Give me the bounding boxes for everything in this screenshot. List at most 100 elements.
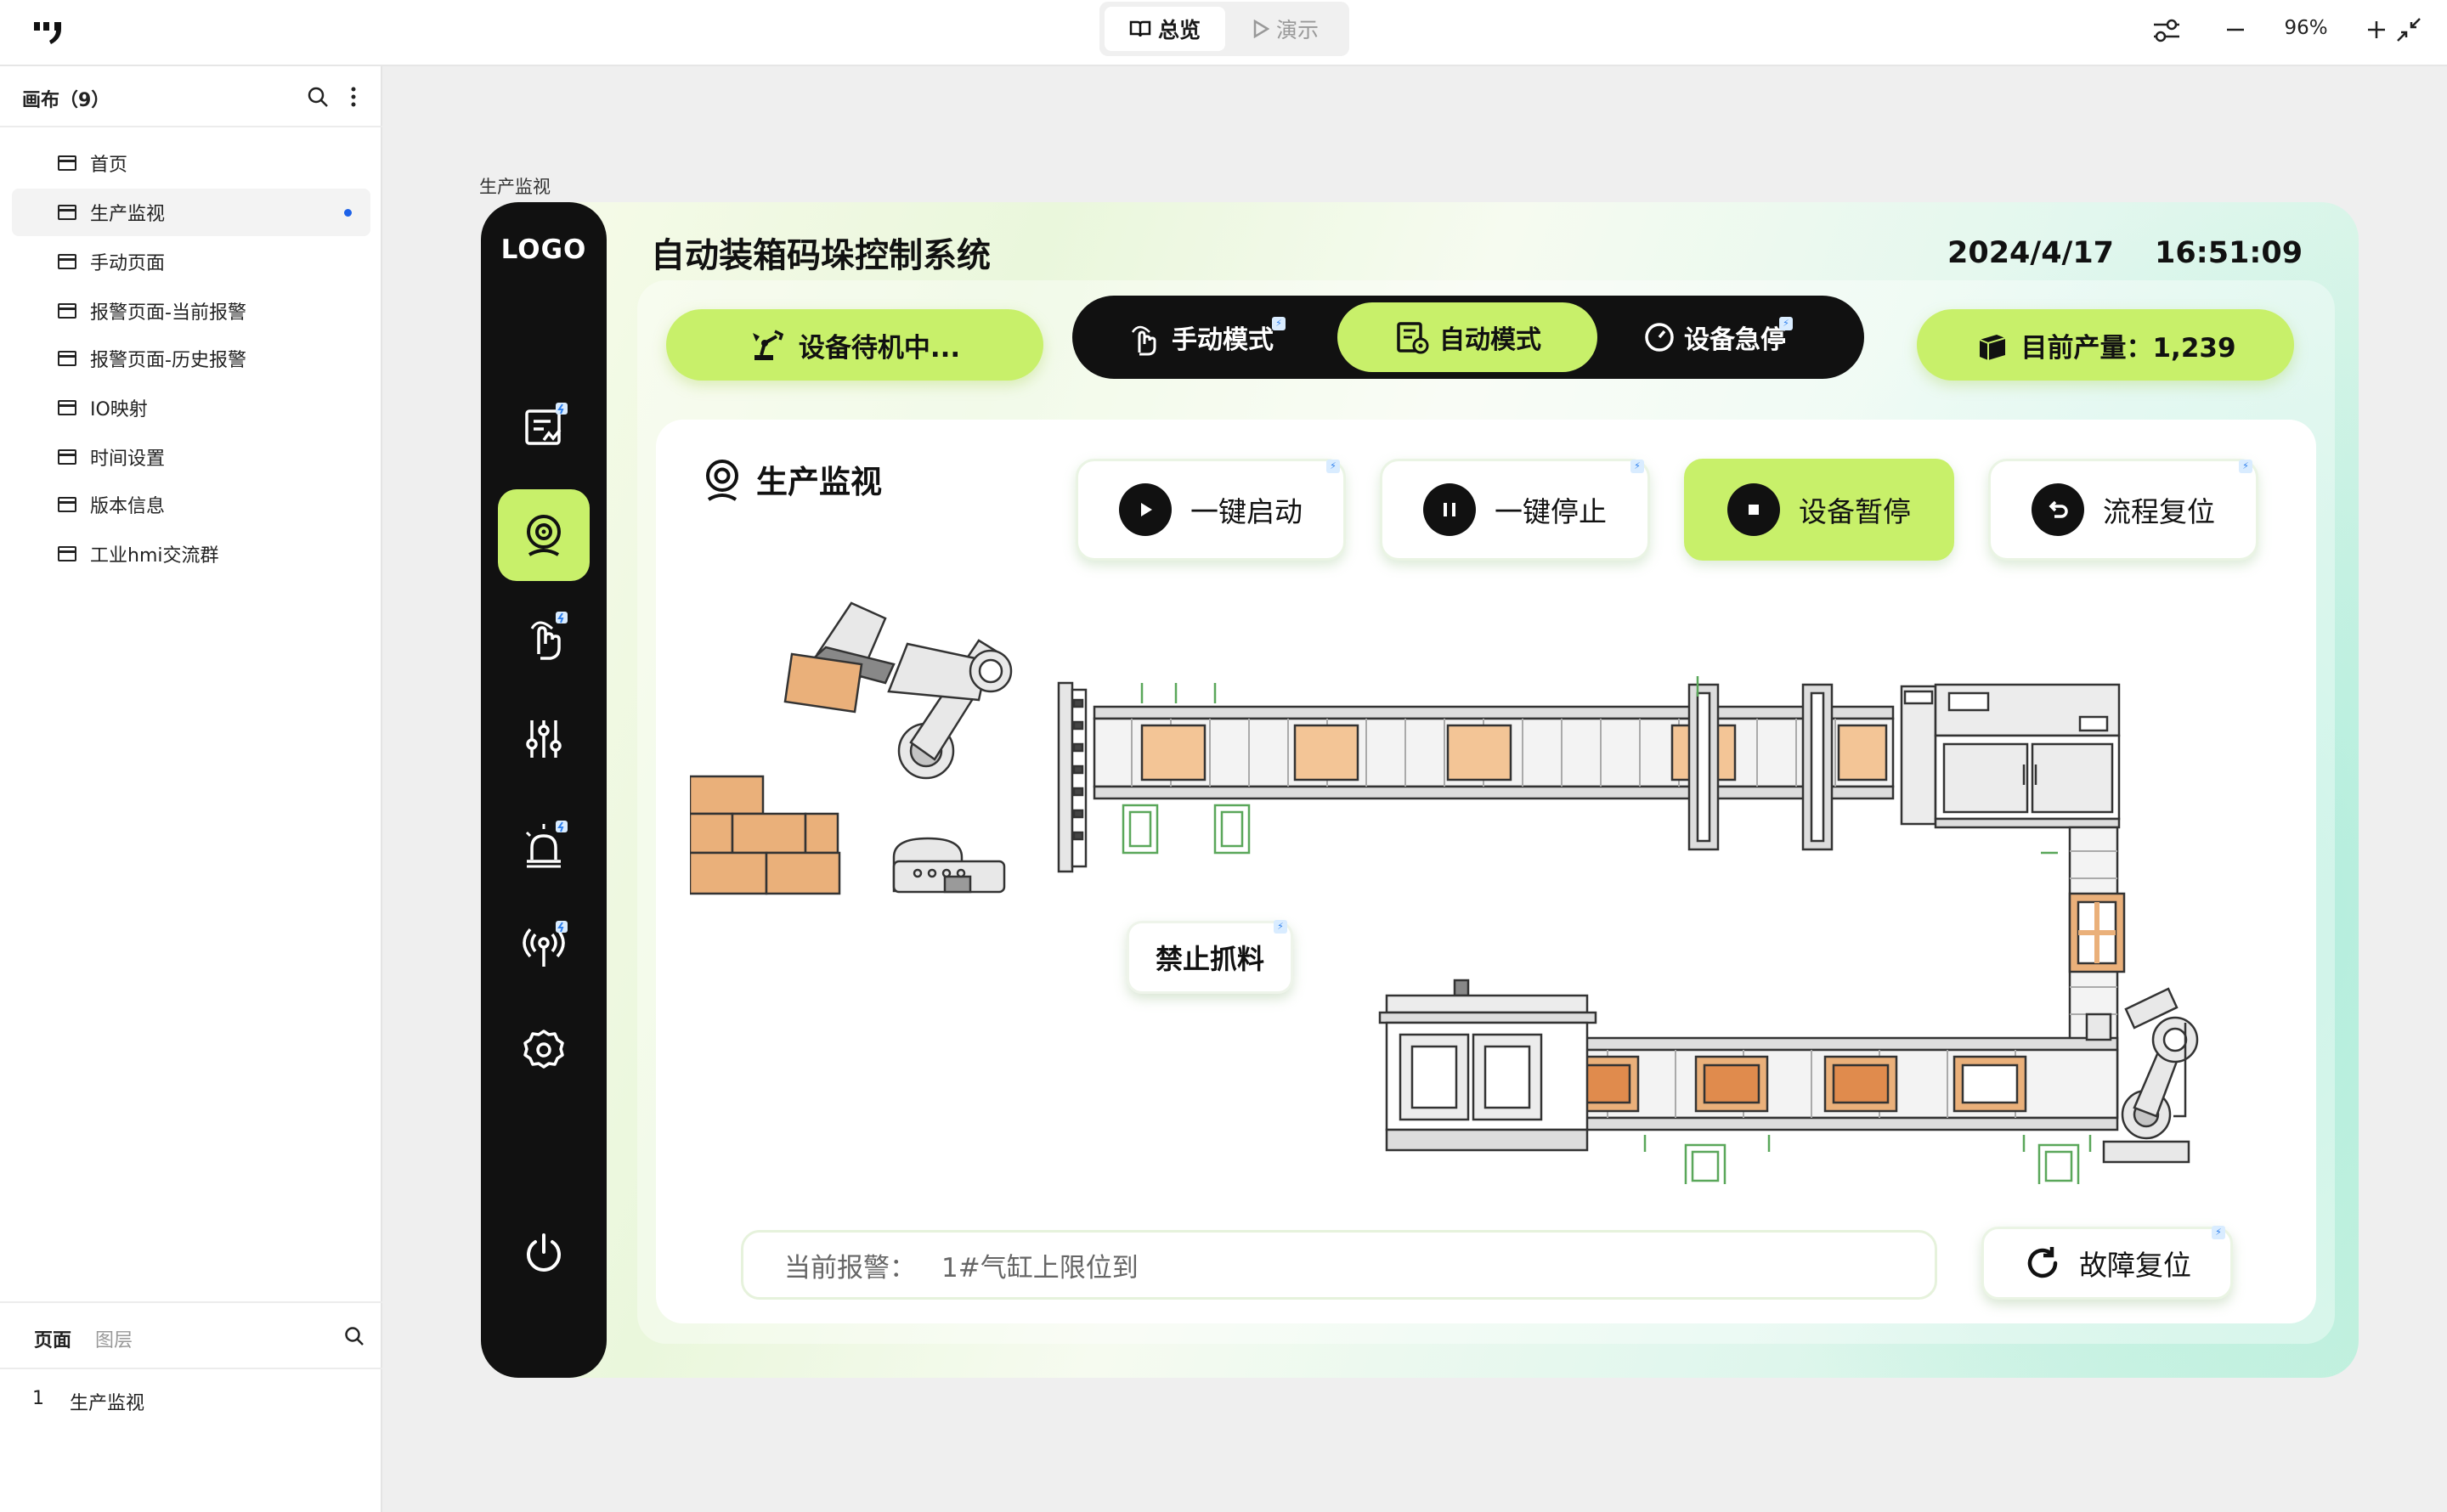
page-label: 工业hmi交流群: [90, 545, 219, 567]
undo-icon: [2032, 483, 2084, 536]
page-label: 版本信息: [90, 496, 166, 517]
stop-button[interactable]: 一键停止 ⚡: [1380, 459, 1650, 561]
nav-settings-gear-icon[interactable]: [506, 1013, 581, 1087]
zoom-in-icon[interactable]: [2365, 19, 2388, 41]
settings-sliders-icon[interactable]: [2151, 17, 2182, 44]
current-alarm-bar: 当前报警： 1#气缸上限位到: [741, 1230, 1937, 1300]
nav-manual-icon[interactable]: [506, 598, 581, 673]
nav-monitor-icon[interactable]: [498, 489, 590, 581]
search-icon[interactable]: [306, 85, 330, 109]
page-icon: [58, 303, 76, 319]
overview-label: 总览: [1157, 18, 1201, 42]
layer-index: 1: [32, 1388, 44, 1409]
manual-mode-button[interactable]: 手动模式 ⚡: [1084, 302, 1337, 372]
nav-params-icon[interactable]: [506, 702, 581, 776]
page-item[interactable]: 生产监视: [12, 189, 370, 236]
tab-layers[interactable]: 图层: [95, 1325, 133, 1352]
zoom-level[interactable]: 96%: [2265, 17, 2347, 42]
nav-power-icon[interactable]: [506, 1216, 581, 1291]
page-label: 手动页面: [90, 253, 166, 274]
alarm-label: 当前报警：: [784, 1252, 916, 1284]
section-title: 生产监视: [700, 455, 882, 503]
hmi-frame: LOGO 自动装箱码垛控制系统 2024/4/17 16:51:09 设备待机中…: [481, 202, 2359, 1378]
robot-arm-icon: [752, 330, 783, 360]
tab-pages[interactable]: 页面: [34, 1325, 71, 1352]
page-label: 报警页面-当前报警: [90, 302, 246, 324]
sealing-machine: [1378, 979, 1597, 1152]
hand-pointer-icon: [1131, 325, 1156, 356]
page-item[interactable]: 手动页面: [12, 238, 370, 285]
collapse-icon[interactable]: [2394, 15, 2423, 44]
canvas-count-title: 画布（9）: [22, 90, 110, 111]
no-grab-button[interactable]: 禁止抓料 ⚡: [1127, 920, 1293, 994]
more-icon[interactable]: [348, 85, 359, 109]
active-dot: [344, 209, 352, 217]
page-item[interactable]: 报警页面-历史报警: [12, 335, 370, 382]
plugin-badge-icon: ⚡: [1274, 920, 1287, 934]
page-label: 时间设置: [90, 449, 166, 470]
app-logo-icon[interactable]: [32, 17, 66, 48]
box-icon: [1980, 335, 2006, 360]
nav-signal-icon[interactable]: [506, 907, 581, 982]
pallet-boxes: [690, 775, 841, 895]
page-item[interactable]: 首页: [12, 139, 370, 187]
page-icon: [58, 400, 76, 415]
page-icon: [58, 254, 76, 269]
production-monitor-card: 生产监视 一键启动 ⚡ 一键停止 ⚡ 设备暂停 流程复位 ⚡ 禁止抓料 ⚡ 当前…: [656, 420, 2316, 1323]
sidebar: 画布（9） 首页 生产监视 手动页面 报警页面-当前报警 报警页面-历史报警 I…: [0, 66, 382, 1512]
fault-reset-button[interactable]: 故障复位 ⚡: [1981, 1226, 2233, 1300]
page-label: 首页: [90, 155, 128, 176]
page-item[interactable]: 工业hmi交流群: [12, 530, 370, 578]
page-item[interactable]: 报警页面-当前报警: [12, 287, 370, 335]
zoom-out-icon[interactable]: [2224, 19, 2246, 41]
refresh-icon: [2027, 1247, 2058, 1278]
date-display: 2024/4/17: [1947, 236, 2115, 270]
layer-row[interactable]: 1 生产监视: [32, 1388, 144, 1415]
output-count-text: 目前产量：1,239: [2020, 332, 2236, 364]
mode-selector: 手动模式 ⚡ 自动模式 设备急停 ⚡: [1072, 296, 1864, 379]
page-item[interactable]: 版本信息: [12, 481, 370, 528]
auto-list-icon: [1397, 322, 1429, 354]
page-item[interactable]: 时间设置: [12, 433, 370, 481]
demo-tab[interactable]: 演示: [1227, 7, 1344, 51]
start-button[interactable]: 一键启动 ⚡: [1076, 459, 1346, 561]
production-line-diagram: [690, 601, 2199, 1184]
layer-label: 生产监视: [70, 1393, 145, 1414]
book-icon: [1129, 20, 1151, 37]
plugin-badge-icon: ⚡: [1272, 317, 1286, 330]
overview-tab[interactable]: 总览: [1105, 7, 1225, 51]
lower-conveyor: [1546, 1036, 2119, 1131]
auto-mode-label: 自动模式: [1439, 325, 1541, 355]
nav-alarm-icon[interactable]: [506, 807, 581, 882]
pause-button[interactable]: 设备暂停: [1684, 459, 1954, 561]
time-display: 16:51:09: [2155, 236, 2303, 270]
device-status-pill: 设备待机中...: [666, 309, 1043, 381]
page-icon: [58, 546, 76, 561]
start-label: 一键启动: [1190, 495, 1303, 528]
nav-report-icon[interactable]: [506, 389, 581, 464]
page-label: 报警页面-历史报警: [90, 350, 246, 371]
page-label: IO映射: [90, 399, 148, 420]
top-toolbar: 总览 演示 96%: [0, 0, 2447, 66]
hmi-nav: LOGO: [481, 202, 607, 1378]
plugin-badge-icon: ⚡: [1326, 460, 1340, 473]
alarm-text: 1#气缸上限位到: [941, 1252, 1139, 1284]
reset-process-button[interactable]: 流程复位 ⚡: [1988, 459, 2258, 561]
estop-button[interactable]: 设备急停 ⚡: [1599, 302, 1852, 372]
webcam-icon: [706, 460, 738, 501]
page-icon: [58, 449, 76, 465]
reset-process-label: 流程复位: [2103, 495, 2215, 528]
page-icon: [58, 351, 76, 366]
plugin-badge-icon: ⚡: [2239, 460, 2252, 473]
hmi-logo: LOGO: [500, 234, 587, 265]
layer-search-icon[interactable]: [343, 1325, 365, 1347]
auto-mode-button[interactable]: 自动模式: [1337, 302, 1597, 372]
plugin-badge-icon: ⚡: [2212, 1226, 2225, 1239]
page-icon: [58, 155, 76, 171]
fault-reset-label: 故障复位: [2079, 1249, 2191, 1282]
page-item[interactable]: IO映射: [12, 384, 370, 432]
stop-square-icon: [1727, 483, 1780, 536]
play-outline-icon: [1253, 20, 1269, 38]
sidebar-tabs: 页面 图层: [0, 1301, 382, 1369]
system-title: 自动装箱码垛控制系统: [651, 236, 991, 275]
